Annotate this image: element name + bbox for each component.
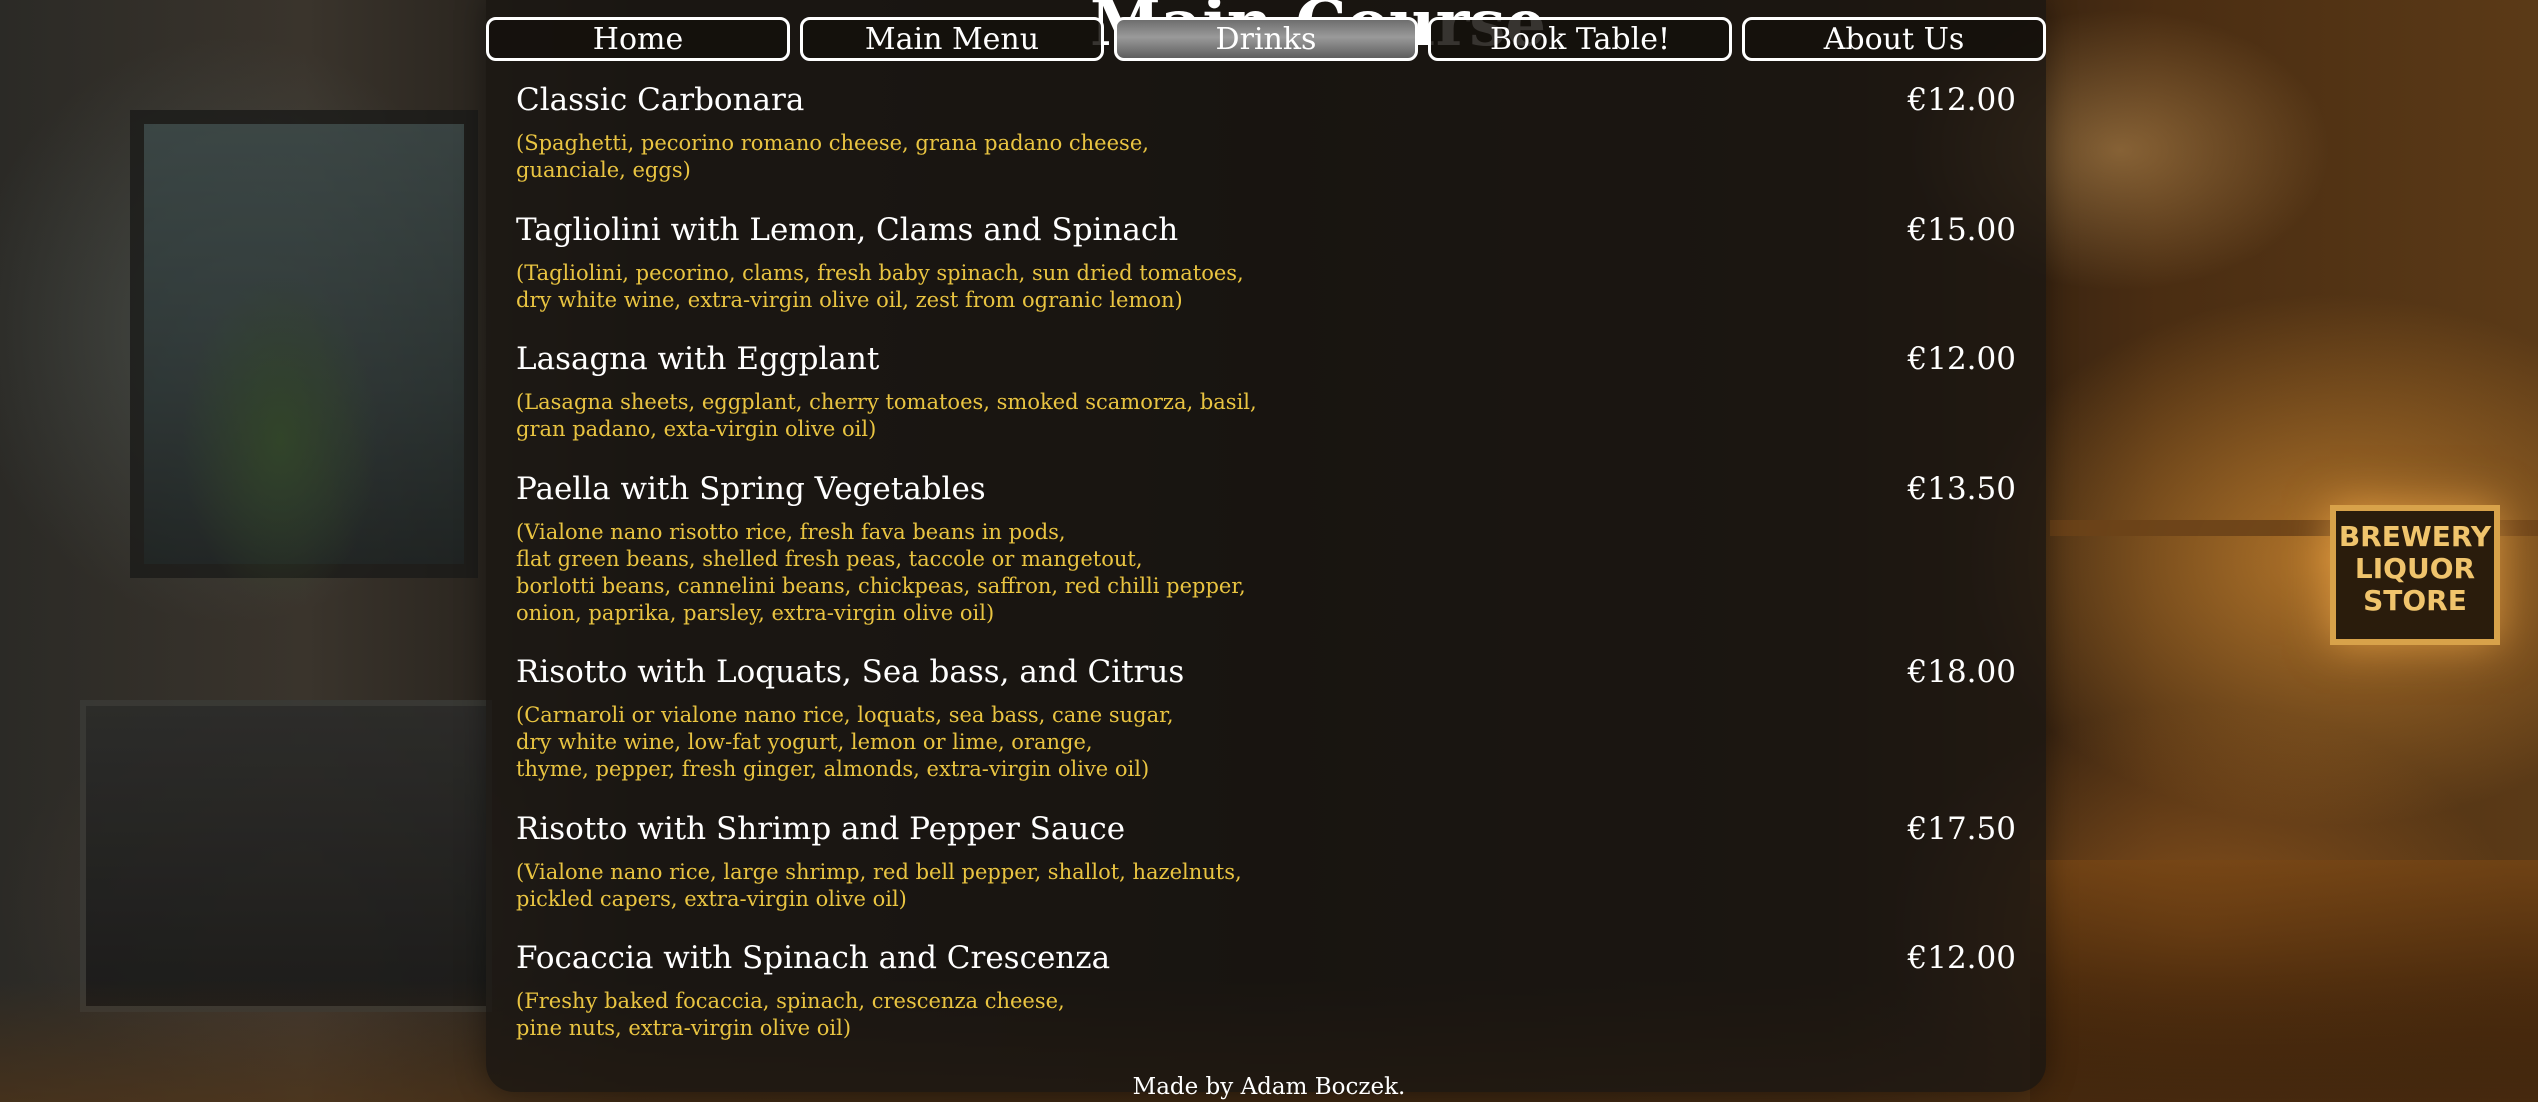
nav-about-us-button[interactable]: About Us [1742, 17, 2046, 61]
menu-item-name: Classic Carbonara [516, 82, 805, 118]
nav-main-menu-button[interactable]: Main Menu [800, 17, 1104, 61]
background-plant [150, 220, 410, 660]
menu-item-price: €12.00 [1907, 341, 2016, 377]
footer-credit: Made by Adam Boczek. [1132, 1074, 1406, 1100]
menu-item-price: €17.50 [1907, 811, 2016, 847]
nav-home-button[interactable]: Home [486, 17, 790, 61]
menu-item-description: (Vialone nano risotto rice, fresh fava b… [516, 520, 1246, 625]
menu-item-name: Paella with Spring Vegetables [516, 471, 986, 507]
menu-item-name: Focaccia with Spinach and Crescenza [516, 940, 1111, 976]
menu-item-price: €15.00 [1907, 212, 2016, 248]
main-navigation: Home Main Menu Drinks Book Table! About … [486, 17, 2046, 61]
menu-item-price: €12.00 [1907, 940, 2016, 976]
menu-item-description: (Carnaroli or vialone nano rice, loquats… [516, 703, 1174, 781]
menu-item-price: €13.50 [1907, 471, 2016, 507]
menu-item-description: (Vialone nano rice, large shrimp, red be… [516, 860, 1242, 911]
menu-item-description: (Freshy baked focaccia, spinach, crescen… [516, 989, 1065, 1040]
menu-item-description: (Tagliolini, pecorino, clams, fresh baby… [516, 261, 1244, 312]
menu-item-name: Risotto with Loquats, Sea bass, and Citr… [516, 654, 1185, 690]
background-chalkboard [80, 700, 492, 1012]
background-liquor-sign: BREWERY LIQUOR STORE [2330, 505, 2500, 645]
menu-item-description: (Spaghetti, pecorino romano cheese, gran… [516, 131, 1149, 182]
nav-book-table-button[interactable]: Book Table! [1428, 17, 1732, 61]
menu-item-name: Risotto with Shrimp and Pepper Sauce [516, 811, 1126, 847]
menu-item-price: €18.00 [1907, 654, 2016, 690]
menu-item-price: €12.00 [1907, 82, 2016, 118]
nav-drinks-button[interactable]: Drinks [1114, 17, 1418, 61]
menu-item-name: Lasagna with Eggplant [516, 341, 880, 377]
menu-item-name: Tagliolini with Lemon, Clams and Spinach [516, 212, 1179, 248]
menu-item-description: (Lasagna sheets, eggplant, cherry tomato… [516, 390, 1257, 441]
